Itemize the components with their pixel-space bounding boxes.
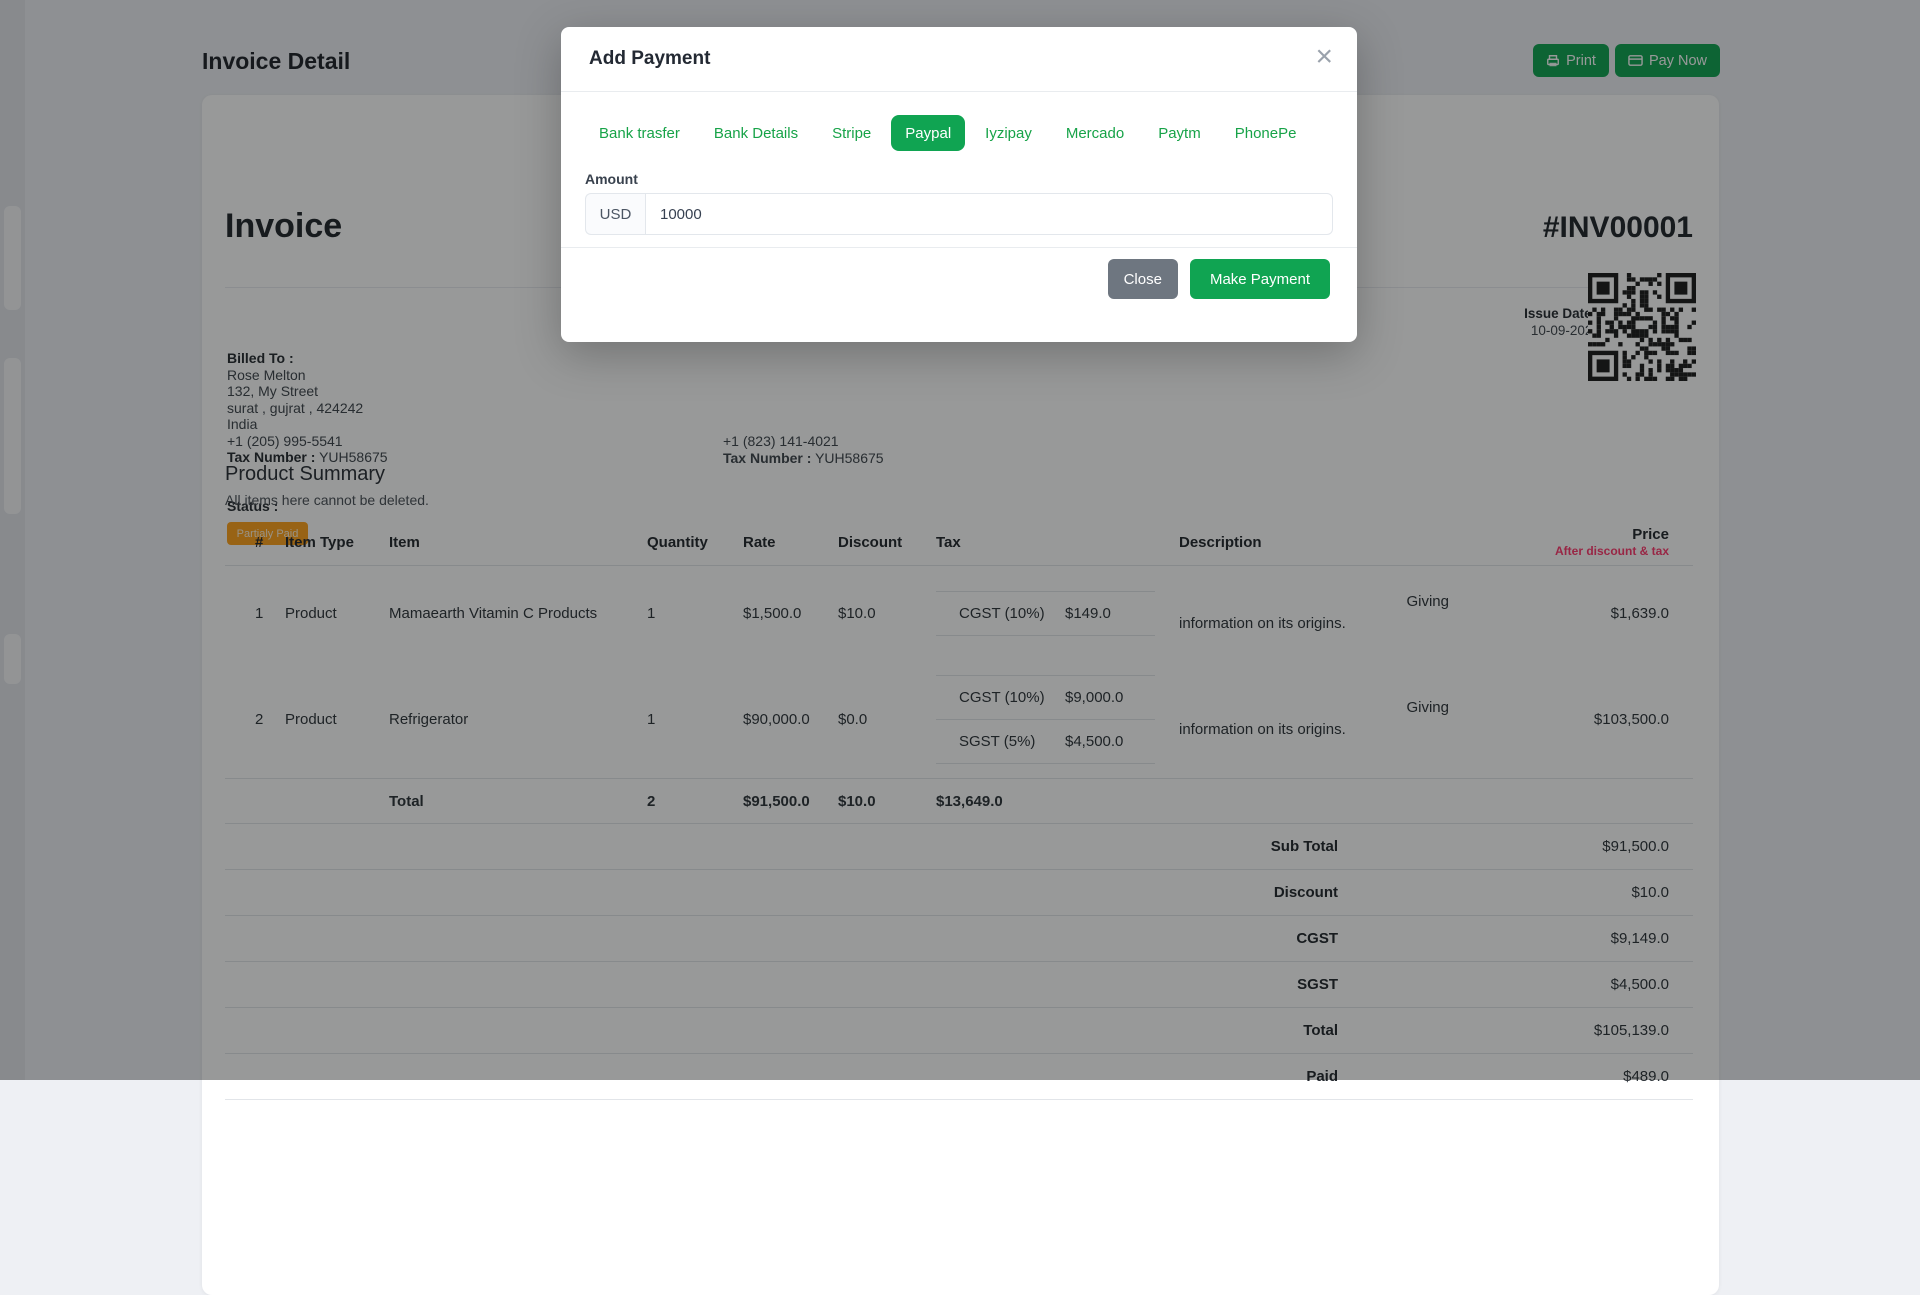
amount-input[interactable] [645,193,1333,235]
amount-label: Amount [585,171,1333,187]
amount-input-group: USD [585,193,1333,235]
tab-iyzipay[interactable]: Iyzipay [971,115,1046,151]
tab-mercado[interactable]: Mercado [1052,115,1138,151]
tab-paytm[interactable]: Paytm [1144,115,1215,151]
payment-method-tabs: Bank trasfer Bank Details Stripe Paypal … [585,115,1333,151]
tab-paypal[interactable]: Paypal [891,115,965,151]
tab-phonepe[interactable]: PhonePe [1221,115,1311,151]
modal-title: Add Payment [589,48,710,70]
add-payment-modal: Add Payment × Bank trasfer Bank Details … [561,27,1357,342]
tab-stripe[interactable]: Stripe [818,115,885,151]
tab-bank-transfer[interactable]: Bank trasfer [585,115,694,151]
modal-footer: Close Make Payment [561,248,1357,299]
close-icon[interactable]: × [1315,39,1333,75]
make-payment-button[interactable]: Make Payment [1190,259,1330,299]
modal-body: Bank trasfer Bank Details Stripe Paypal … [561,92,1357,235]
currency-addon: USD [585,193,645,235]
tab-bank-details[interactable]: Bank Details [700,115,812,151]
close-button[interactable]: Close [1108,259,1178,299]
modal-header: Add Payment × [561,27,1357,92]
